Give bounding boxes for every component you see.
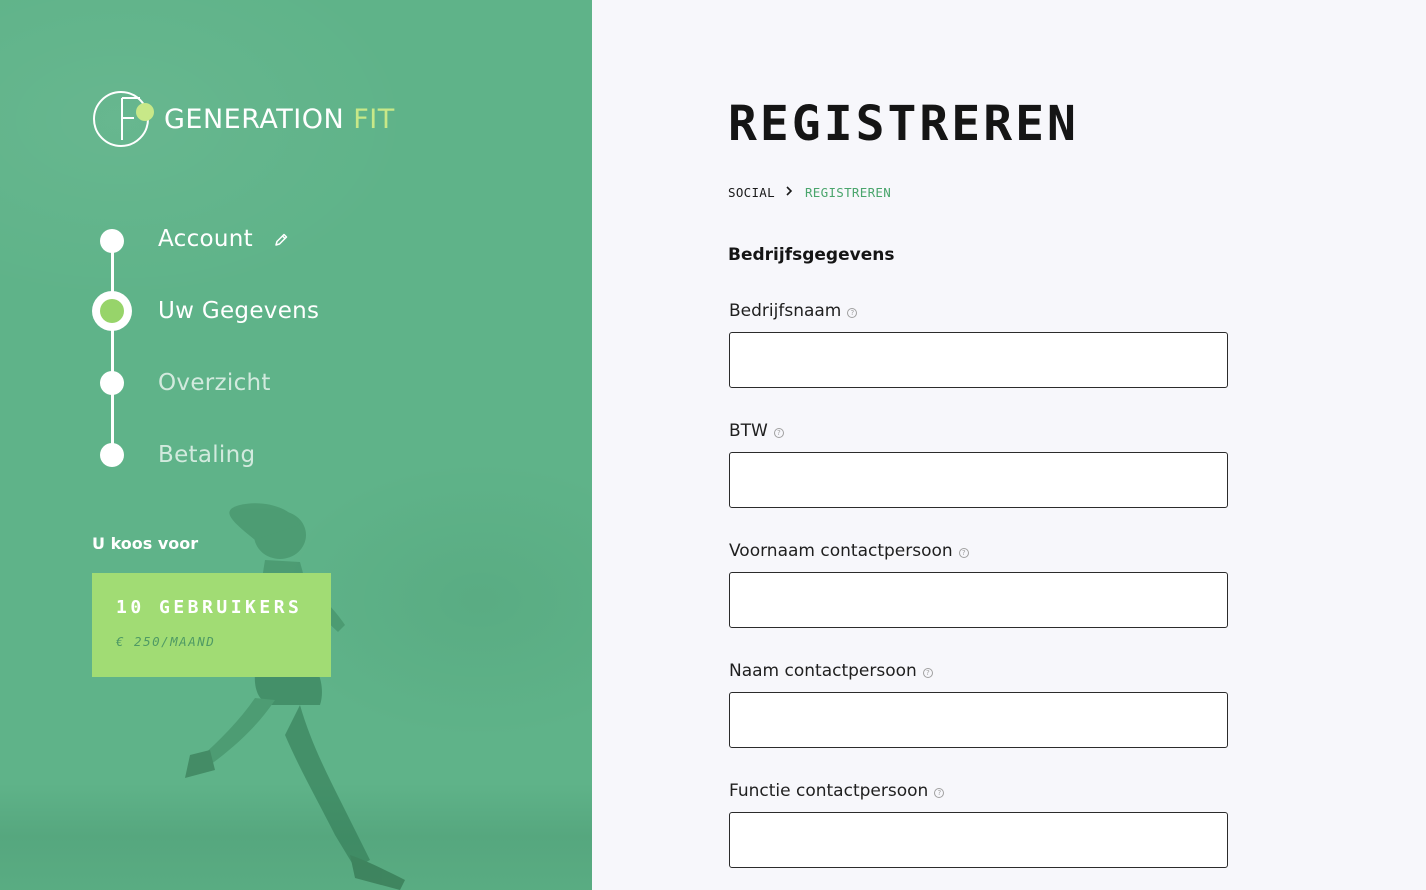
runner-illustration xyxy=(185,503,405,890)
field-btw: BTW ? xyxy=(729,420,1228,508)
field-bedrijfsnaam: Bedrijfsnaam ? xyxy=(729,300,1228,388)
field-label: BTW ? xyxy=(729,420,1228,442)
step-dot-betaling xyxy=(100,443,124,467)
question-circle-icon[interactable]: ? xyxy=(773,428,784,438)
chevron-right-icon xyxy=(785,185,793,200)
naam-contactpersoon-input[interactable] xyxy=(729,692,1228,748)
step-overzicht-label: Overzicht xyxy=(158,370,271,396)
selection-title: U koos voor xyxy=(92,534,199,553)
field-label-text: Functie contactpersoon xyxy=(729,781,929,801)
right-panel: REGISTREREN SOCIAL REGISTREREN Bedrijfsg… xyxy=(592,0,1426,890)
field-label-text: Naam contactpersoon xyxy=(729,661,917,681)
functie-contactpersoon-input[interactable] xyxy=(729,812,1228,868)
step-betaling: Betaling xyxy=(158,442,255,468)
field-label: Functie contactpersoon ? xyxy=(729,780,1228,802)
step-overzicht: Overzicht xyxy=(158,370,271,396)
breadcrumb-item-registreren: REGISTREREN xyxy=(804,185,892,200)
brand-name-part1: GENERATION xyxy=(164,103,345,135)
left-panel: GENERATION FIT Account Uw Gegevens Overz… xyxy=(0,0,592,890)
step-account[interactable]: Account xyxy=(158,226,289,252)
logo-mark-icon xyxy=(93,91,154,147)
question-circle-icon[interactable]: ? xyxy=(922,668,933,678)
voornaam-contactpersoon-input[interactable] xyxy=(729,572,1228,628)
question-circle-icon[interactable]: ? xyxy=(847,308,858,318)
plan-card[interactable]: 10 GEBRUIKERS € 250/MAAND xyxy=(92,573,331,677)
breadcrumb: SOCIAL REGISTREREN xyxy=(728,185,891,200)
question-circle-icon[interactable]: ? xyxy=(934,788,945,798)
step-dot-account xyxy=(100,229,124,253)
field-label-text: Voornaam contactpersoon xyxy=(729,541,953,561)
section-title: Bedrijfsgegevens xyxy=(728,245,895,265)
plan-price: € 250/MAAND xyxy=(116,634,216,649)
brand-logo[interactable]: GENERATION FIT xyxy=(92,90,395,148)
field-naam-contactpersoon: Naam contactpersoon ? xyxy=(729,660,1228,748)
step-uw-gegevens-label: Uw Gegevens xyxy=(158,298,320,324)
field-label: Bedrijfsnaam ? xyxy=(729,300,1228,322)
field-voornaam-contactpersoon: Voornaam contactpersoon ? xyxy=(729,540,1228,628)
btw-input[interactable] xyxy=(729,452,1228,508)
page-title: REGISTREREN xyxy=(728,96,1079,152)
field-functie-contactpersoon: Functie contactpersoon ? xyxy=(729,780,1228,868)
plan-name: 10 GEBRUIKERS xyxy=(116,597,303,618)
field-label-text: BTW xyxy=(729,421,768,441)
brand-name-part2: FIT xyxy=(353,103,395,135)
field-label: Naam contactpersoon ? xyxy=(729,660,1228,682)
breadcrumb-item-social[interactable]: SOCIAL xyxy=(728,185,775,200)
pencil-icon[interactable] xyxy=(273,232,289,248)
step-uw-gegevens[interactable]: Uw Gegevens xyxy=(158,298,319,324)
progress-line xyxy=(111,240,114,456)
bedrijfsnaam-input[interactable] xyxy=(729,332,1228,388)
step-account-label: Account xyxy=(158,226,253,252)
brand-name: GENERATION FIT xyxy=(164,104,395,135)
step-dot-uw-gegevens xyxy=(92,291,132,331)
field-label-text: Bedrijfsnaam xyxy=(729,301,842,321)
question-circle-icon[interactable]: ? xyxy=(958,548,969,558)
step-dot-overzicht xyxy=(100,371,124,395)
field-label: Voornaam contactpersoon ? xyxy=(729,540,1228,562)
step-betaling-label: Betaling xyxy=(158,442,256,468)
